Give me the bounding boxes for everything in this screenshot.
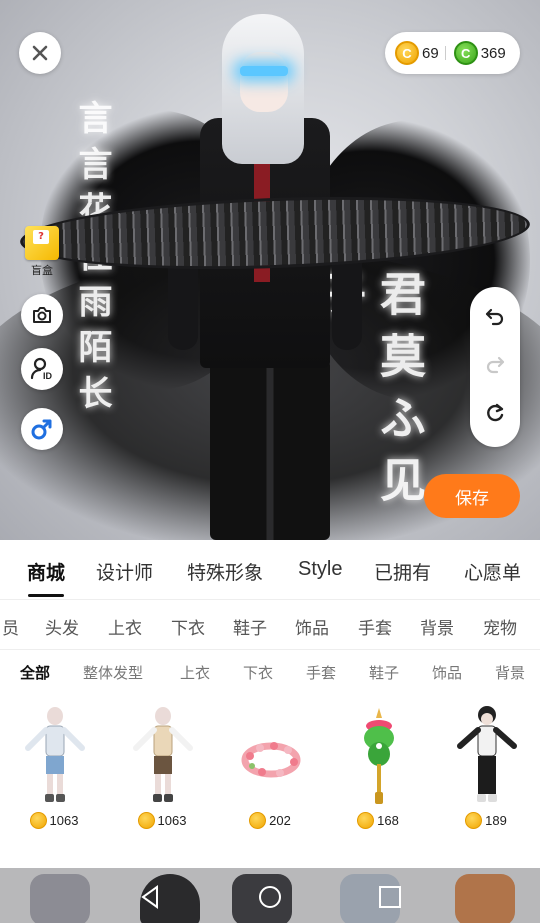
- subcategory-shoes[interactable]: 鞋子: [369, 662, 399, 683]
- tab-special-avatar[interactable]: 特殊形象: [187, 558, 263, 585]
- subcategory-background[interactable]: 背景: [495, 662, 525, 683]
- subcategory-accessory[interactable]: 饰品: [432, 662, 462, 683]
- avatar-id-button[interactable]: ID: [21, 348, 63, 390]
- price-value: 202: [269, 813, 291, 828]
- flower-wreath-thumbnail: [241, 742, 301, 778]
- item-price: 202: [220, 812, 320, 829]
- shop-item[interactable]: 202: [220, 700, 320, 840]
- avatar-glowing-eyes: [240, 66, 288, 76]
- history-controls: [470, 287, 520, 447]
- gold-coin-icon: [249, 812, 267, 829]
- item-thumbnail-peek[interactable]: [30, 874, 90, 923]
- outfit-blue-thumbnail: [25, 707, 85, 802]
- category-gloves[interactable]: 手套: [358, 614, 392, 639]
- gender-toggle-button[interactable]: [21, 408, 63, 450]
- blind-box-button[interactable]: ? 盲盒: [22, 226, 62, 278]
- green-coin-icon: C: [453, 41, 478, 65]
- undo-button[interactable]: [483, 305, 507, 329]
- close-icon: [32, 45, 48, 61]
- shop-panel: 商城 设计师 特殊形象 Style 已拥有 心愿单 员 头发 上衣 下衣 鞋子 …: [0, 540, 540, 923]
- category-accessory[interactable]: 饰品: [295, 614, 329, 639]
- item-price: 1063: [112, 812, 212, 829]
- reset-button[interactable]: [483, 401, 507, 425]
- item-thumbnail-peek[interactable]: [455, 874, 515, 923]
- main-tab-bar: 商城 设计师 特殊形象 Style 已拥有 心愿单: [0, 540, 540, 600]
- shop-item[interactable]: 168: [328, 700, 428, 840]
- tab-wishlist[interactable]: 心愿单: [464, 558, 521, 585]
- category-row: 员 头发 上衣 下衣 鞋子 饰品 手套 背景 宠物: [0, 600, 540, 650]
- gold-coin-icon: [465, 812, 483, 829]
- refresh-icon: [487, 403, 504, 422]
- shop-item[interactable]: 1063: [112, 700, 212, 840]
- item-price: 1063: [4, 812, 104, 829]
- price-value: 1063: [49, 813, 79, 828]
- price-value: 1063: [157, 813, 187, 828]
- category-shoes[interactable]: 鞋子: [233, 614, 267, 639]
- shop-item[interactable]: 189: [436, 700, 536, 840]
- outfit-black-thumbnail: [457, 706, 517, 802]
- price-value: 168: [377, 813, 399, 828]
- item-grid: 1063 1063 202 168 189: [0, 700, 540, 840]
- close-button[interactable]: [19, 32, 61, 74]
- male-icon: [31, 419, 52, 440]
- green-pendant-thumbnail: [364, 708, 394, 804]
- tab-style[interactable]: Style: [298, 558, 342, 581]
- category-top[interactable]: 上衣: [108, 614, 142, 639]
- category-hair[interactable]: 头发: [45, 614, 79, 639]
- subcategory-top[interactable]: 上衣: [180, 662, 210, 683]
- calligraphy-right: 君 莫 ふ 见 子: [313, 270, 427, 503]
- item-price: 168: [328, 812, 428, 829]
- category-background[interactable]: 背景: [420, 614, 454, 639]
- gold-balance: 69: [422, 44, 439, 62]
- tab-designer[interactable]: 设计师: [96, 558, 153, 585]
- tab-shop[interactable]: 商城: [27, 558, 65, 585]
- redo-icon: [486, 356, 505, 374]
- subcategory-row: 全部 整体发型 上衣 下衣 手套 鞋子 饰品 背景: [0, 652, 540, 692]
- currency-balance[interactable]: C 69 C 369: [385, 32, 520, 74]
- avatar-stage[interactable]: 言 言 花 佳 雨 陌 长 君 莫 ふ 见 子: [0, 0, 540, 540]
- redo-button[interactable]: [483, 353, 507, 377]
- camera-icon: [33, 307, 51, 323]
- currency-divider: [444, 46, 446, 60]
- shop-item[interactable]: 1063: [4, 700, 104, 840]
- category-member[interactable]: 员: [2, 614, 19, 639]
- category-pet[interactable]: 宠物: [483, 614, 517, 639]
- item-price: 189: [436, 812, 536, 829]
- outfit-tan-thumbnail: [133, 707, 193, 802]
- camera-button[interactable]: [21, 294, 63, 336]
- subcategory-gloves[interactable]: 手套: [306, 662, 336, 683]
- recents-nav-icon[interactable]: [377, 884, 403, 910]
- gold-coin-icon: C: [395, 41, 419, 65]
- blind-box-icon: ?: [25, 226, 59, 260]
- blind-box-glyph: ?: [33, 230, 49, 244]
- green-balance: 369: [480, 44, 506, 62]
- tab-owned[interactable]: 已拥有: [374, 558, 431, 585]
- gold-coin-icon: [137, 812, 155, 829]
- gold-coin-icon: [357, 812, 375, 829]
- id-icon: ID: [30, 357, 53, 381]
- gold-coin-icon: [29, 812, 47, 829]
- blind-box-label: 盲盒: [31, 264, 53, 277]
- subcategory-all[interactable]: 全部: [20, 662, 50, 683]
- category-bottom[interactable]: 下衣: [171, 614, 205, 639]
- avatar-legs: [210, 360, 330, 540]
- subcategory-hairstyle[interactable]: 整体发型: [83, 662, 143, 683]
- save-button[interactable]: 保存: [424, 474, 520, 518]
- home-nav-icon[interactable]: [257, 884, 283, 910]
- svg-text:ID: ID: [43, 371, 53, 381]
- undo-icon: [485, 308, 504, 326]
- back-nav-icon[interactable]: [138, 884, 164, 910]
- subcategory-bottom[interactable]: 下衣: [243, 662, 273, 683]
- active-tab-indicator: [28, 594, 64, 597]
- avatar-face: [240, 52, 288, 112]
- price-value: 189: [485, 813, 507, 828]
